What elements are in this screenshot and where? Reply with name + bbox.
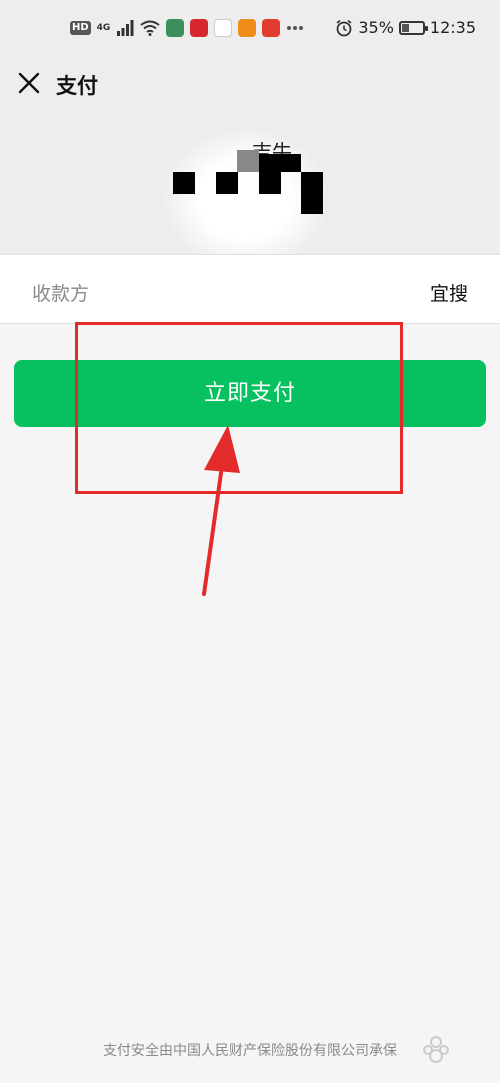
app-icon-2 [190,19,209,37]
app-icon-3 [214,19,233,37]
page-title: 支付 [56,74,98,98]
merchant-header: 吉牛 [0,114,500,269]
app-icon-1 [166,19,185,37]
battery-fill [401,23,409,32]
title-bar: 支付 [0,58,500,114]
signal-icon [117,20,134,36]
wifi-icon [140,20,160,36]
battery-percent: 35% [358,18,394,37]
annotation-highlight-box [75,322,403,494]
app-icon-5 [262,19,281,37]
hd-badge: HD [70,21,91,35]
payee-row: 收款方 宜搜 [0,254,500,324]
payee-value: 宜搜 [429,283,468,305]
status-bar-left: HD 4G [70,19,304,37]
close-icon[interactable] [16,70,42,96]
network-type: 4G [96,22,111,33]
status-bar-right: 35% 12:35 [335,18,476,37]
payee-label: 收款方 [32,283,90,305]
watermark-logo-icon [423,1036,449,1063]
clock: 12:35 [429,18,476,37]
battery-icon [398,20,428,35]
status-bar: HD 4G 35% 12:35 [0,0,500,58]
more-icon [287,26,304,30]
alarm-icon [336,19,352,36]
app-icon-4 [238,19,257,37]
